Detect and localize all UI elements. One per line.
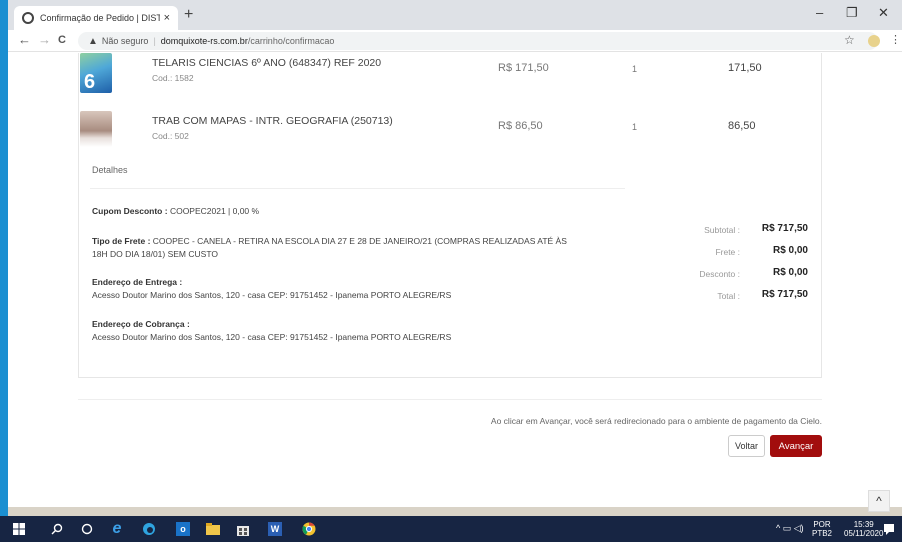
site-favicon-icon: [22, 12, 34, 24]
book-cover-glyph: 6: [84, 71, 96, 93]
warning-icon: ▲: [88, 35, 98, 47]
subtotal-value: R$ 717,50: [761, 223, 808, 234]
order-summary: Subtotal : R$ 717,50 Frete : R$ 0,00 Des…: [640, 219, 816, 311]
extension-icon[interactable]: [868, 35, 880, 47]
star-icon[interactable]: ☆: [844, 33, 855, 47]
windows-taskbar: e o W ^ ▭ ◁) POR PTB2 15:39 05/11/2020: [0, 516, 902, 542]
delivery-value: Acesso Doutor Marino dos Santos, 120 - c…: [92, 290, 452, 300]
product-total: 171,50: [728, 62, 762, 74]
browser-toolbar: ← → C ▲ Não seguro | domquixote-rs.com.b…: [8, 30, 902, 52]
lang-primary: POR: [813, 520, 831, 529]
coupon-value: COOPEC2021 | 0,00 %: [169, 206, 260, 216]
back-button[interactable]: ←: [18, 32, 31, 47]
desconto-value: R$ 0,00: [772, 267, 808, 278]
voltar-button[interactable]: Voltar: [728, 435, 765, 457]
cart-item: 6 TELARIS CIENCIAS 6º ANO (648347) REF 2…: [80, 53, 800, 93]
tray-icons[interactable]: ^ ▭ ◁): [776, 524, 804, 533]
footer-band: [8, 507, 902, 516]
notifications-icon[interactable]: [882, 522, 896, 536]
chrome-icon[interactable]: [302, 522, 316, 536]
edge-icon[interactable]: [142, 522, 156, 536]
coupon-info: Cupom Desconto : COOPEC2021 | 0,00 %: [92, 205, 259, 218]
url-path: /carrinho/confirmacao: [247, 36, 335, 46]
product-name[interactable]: TELARIS CIENCIAS 6º ANO (648347) REF 202…: [152, 57, 381, 69]
security-label: Não seguro: [101, 36, 149, 46]
divider: [90, 188, 625, 189]
search-icon[interactable]: [50, 522, 64, 536]
product-total: 86,50: [728, 120, 756, 132]
clock[interactable]: 15:39 05/11/2020: [844, 520, 883, 538]
maximize-button[interactable]: ❐: [846, 5, 858, 21]
product-name[interactable]: TRAB COM MAPAS - INTR. GEOGRAFIA (250713…: [152, 115, 393, 127]
cart-item: TRAB COM MAPAS - INTR. GEOGRAFIA (250713…: [80, 111, 800, 151]
scroll-top-button[interactable]: ^: [868, 490, 890, 512]
page-content: 6 TELARIS CIENCIAS 6º ANO (648347) REF 2…: [8, 53, 902, 516]
windows-start-icon[interactable]: [12, 522, 26, 536]
shipping-info: Tipo de Frete : COOPEC - CANELA - RETIRA…: [92, 235, 567, 261]
browser-menu-button[interactable]: ⋮: [890, 33, 901, 46]
billing-label: Endereço de Cobrança :: [92, 319, 190, 329]
total-label: Total :: [717, 291, 740, 301]
details-label: Detalhes: [92, 165, 128, 175]
forward-button[interactable]: →: [38, 32, 51, 47]
payment-redirect-notice: Ao clicar em Avançar, você será redireci…: [490, 416, 822, 426]
product-thumbnail: [80, 111, 112, 147]
shipping-value: COOPEC - CANELA - RETIRA NA ESCOLA DIA 2…: [152, 236, 567, 246]
word-icon[interactable]: W: [268, 522, 282, 536]
divider: [78, 399, 822, 400]
tab-title: Confirmação de Pedido | DISTRIB: [40, 13, 160, 23]
frete-row: Frete : R$ 0,00: [640, 243, 816, 263]
file-explorer-icon[interactable]: [206, 522, 220, 536]
product-qty: 1: [632, 64, 638, 74]
shipping-value-cont: 18H DO DIA 18/01) SEM CUSTO: [92, 249, 218, 259]
total-row: Total : R$ 717,50: [640, 287, 816, 307]
coupon-label: Cupom Desconto :: [92, 206, 168, 216]
new-tab-button[interactable]: +: [184, 6, 193, 24]
product-qty: 1: [632, 122, 638, 132]
url-host: domquixote-rs.com.br: [160, 36, 248, 46]
avancar-button[interactable]: Avançar: [770, 435, 822, 457]
shipping-label: Tipo de Frete :: [92, 236, 151, 246]
product-thumbnail: 6: [80, 53, 112, 93]
frete-label: Frete :: [715, 247, 740, 257]
browser-window: Confirmação de Pedido | DISTRIB × + – ❐ …: [8, 0, 902, 516]
frete-value: R$ 0,00: [772, 245, 808, 256]
browser-tab[interactable]: Confirmação de Pedido | DISTRIB ×: [14, 6, 178, 30]
product-code: Cod.: 502: [152, 131, 189, 141]
close-window-button[interactable]: ✕: [878, 5, 889, 21]
address-bar[interactable]: ▲ Não seguro | domquixote-rs.com.br /car…: [78, 32, 878, 50]
desconto-label: Desconto :: [699, 269, 740, 279]
subtotal-row: Subtotal : R$ 717,50: [640, 221, 816, 241]
minimize-button[interactable]: –: [816, 5, 823, 20]
clock-date: 05/11/2020: [844, 529, 884, 538]
product-price: R$ 86,50: [498, 120, 543, 132]
product-code: Cod.: 1582: [152, 73, 194, 83]
delivery-address: Endereço de Entrega : Acesso Doutor Mari…: [92, 276, 451, 302]
store-icon[interactable]: [236, 522, 250, 536]
billing-address: Endereço de Cobrança : Acesso Doutor Mar…: [92, 318, 451, 344]
separator: |: [153, 36, 156, 46]
ie-icon[interactable]: e: [110, 520, 124, 537]
input-language[interactable]: POR PTB2: [812, 520, 832, 538]
reload-button[interactable]: C: [58, 34, 66, 46]
desconto-row: Desconto : R$ 0,00: [640, 265, 816, 285]
delivery-label: Endereço de Entrega :: [92, 277, 183, 287]
cortana-icon[interactable]: [80, 522, 94, 536]
tab-strip: Confirmação de Pedido | DISTRIB × + – ❐ …: [8, 0, 902, 30]
clock-time: 15:39: [853, 520, 874, 529]
outlook-icon[interactable]: o: [176, 522, 190, 536]
product-price: R$ 171,50: [498, 62, 549, 74]
billing-value: Acesso Doutor Marino dos Santos, 120 - c…: [92, 332, 452, 342]
lang-secondary: PTB2: [812, 529, 833, 538]
subtotal-label: Subtotal :: [704, 225, 740, 235]
tab-close-icon[interactable]: ×: [164, 12, 170, 24]
total-value: R$ 717,50: [761, 289, 808, 300]
